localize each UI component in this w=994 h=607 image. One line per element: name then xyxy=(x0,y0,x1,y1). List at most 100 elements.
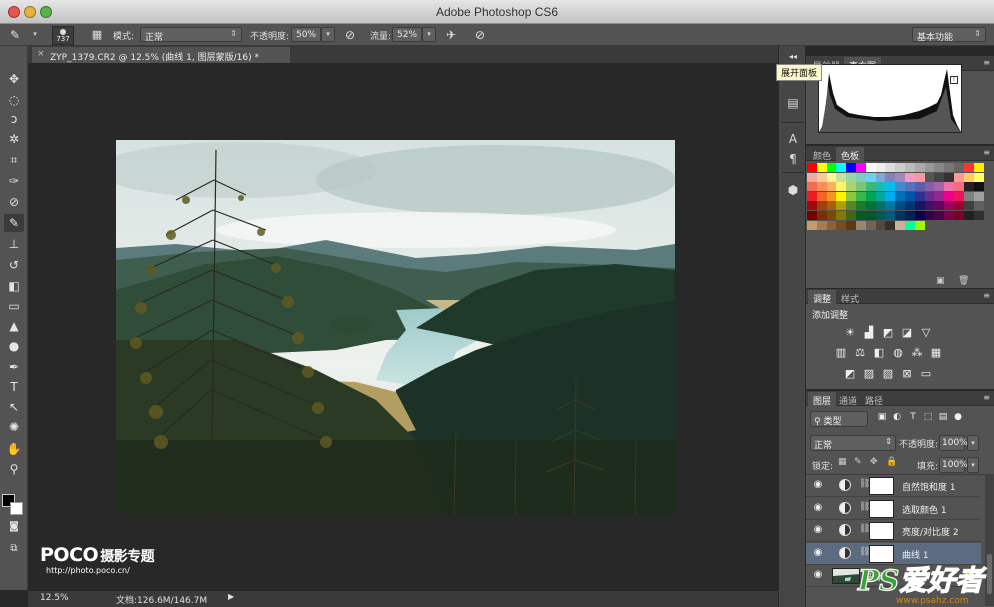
crop-tool-icon[interactable]: ⌗ xyxy=(4,151,24,169)
zoom-tool-icon[interactable]: ⚲ xyxy=(4,460,24,478)
tab-styles[interactable]: 样式 xyxy=(836,290,864,305)
lasso-tool-icon[interactable]: ↄ xyxy=(4,110,24,128)
document-tab[interactable]: × ZYP_1379.CR2 @ 12.5% (曲线 1, 图层蒙版/16) * xyxy=(32,47,290,63)
color-swatch[interactable] xyxy=(816,211,827,220)
marquee-tool-icon[interactable]: ◌ xyxy=(4,91,24,109)
pen-tool-icon[interactable]: ✒ xyxy=(4,358,24,376)
color-swatch[interactable] xyxy=(826,201,837,211)
canvas-area[interactable] xyxy=(28,63,778,590)
color-swatch[interactable] xyxy=(914,191,925,201)
panel-menu-icon[interactable]: ≡ xyxy=(983,58,990,67)
filter-adjustment-icon[interactable]: ◐ xyxy=(891,412,903,424)
path-selection-tool-icon[interactable]: ↖ xyxy=(4,398,24,416)
color-swatch[interactable] xyxy=(973,172,984,182)
color-swatch[interactable] xyxy=(875,220,886,230)
close-tab-icon[interactable]: × xyxy=(37,49,45,59)
color-swatch[interactable] xyxy=(905,191,915,201)
brightness-contrast-icon[interactable]: ☀ xyxy=(843,327,857,339)
paragraph-panel-icon[interactable]: ¶ xyxy=(783,150,803,168)
visibility-eye-icon[interactable]: ◉ xyxy=(811,524,825,535)
dodge-tool-icon[interactable]: ● xyxy=(4,337,24,355)
tab-paths[interactable]: 路径 xyxy=(860,392,888,407)
hand-tool-icon[interactable]: ✋ xyxy=(4,440,24,458)
panel-menu-icon[interactable]: ≡ xyxy=(983,393,990,402)
eraser-tool-icon[interactable]: ◧ xyxy=(4,277,24,295)
color-swatch[interactable] xyxy=(826,172,837,182)
visibility-eye-icon[interactable]: ◉ xyxy=(811,502,825,513)
lock-position-icon[interactable]: ✥ xyxy=(870,457,878,467)
visibility-eye-icon[interactable]: ◉ xyxy=(811,479,825,490)
color-swatch[interactable] xyxy=(895,201,906,211)
visibility-eye-icon[interactable]: ◉ xyxy=(811,569,825,580)
healing-brush-tool-icon[interactable]: ⊘ xyxy=(4,193,24,211)
color-swatch[interactable] xyxy=(914,182,925,192)
color-swatch[interactable] xyxy=(963,201,974,211)
color-swatch[interactable] xyxy=(846,211,857,220)
color-swatch[interactable] xyxy=(836,182,847,192)
visibility-eye-icon[interactable]: ◉ xyxy=(811,547,825,558)
color-swatch[interactable] xyxy=(807,211,817,220)
color-swatch[interactable] xyxy=(836,172,847,182)
color-swatch[interactable] xyxy=(836,211,847,220)
selective-color-icon[interactable]: ⊠ xyxy=(900,368,914,380)
color-swatch[interactable] xyxy=(856,163,866,172)
color-swatch[interactable] xyxy=(816,182,827,192)
color-swatch[interactable] xyxy=(885,172,896,182)
exposure-icon[interactable]: ◪ xyxy=(900,327,914,339)
move-tool-icon[interactable]: ✥ xyxy=(4,70,24,88)
color-swatch[interactable] xyxy=(914,172,925,182)
color-swatch[interactable] xyxy=(954,201,964,211)
threshold-icon[interactable]: ▨ xyxy=(881,368,895,380)
color-swatch[interactable] xyxy=(846,191,857,201)
color-swatch[interactable] xyxy=(836,201,847,211)
color-swatch[interactable] xyxy=(875,191,886,201)
color-swatch[interactable] xyxy=(846,182,857,192)
color-swatch[interactable] xyxy=(944,201,955,211)
brush-tool-icon[interactable]: ✎ xyxy=(4,214,24,232)
color-swatch[interactable] xyxy=(914,220,925,230)
fill-slider-button[interactable]: ▾ xyxy=(967,457,979,473)
color-swatch[interactable] xyxy=(944,182,955,192)
color-swatch[interactable] xyxy=(895,182,906,192)
color-swatch[interactable] xyxy=(905,220,915,230)
filter-smart-object-icon[interactable]: ▤ xyxy=(937,412,949,424)
eyedropper-tool-icon[interactable]: ✑ xyxy=(4,172,24,190)
lock-image-icon[interactable]: ✎ xyxy=(854,457,862,467)
color-swatch[interactable] xyxy=(846,172,857,182)
color-swatch[interactable] xyxy=(846,163,857,172)
background-color-swatch[interactable] xyxy=(10,502,23,515)
flow-slider-button[interactable]: ▾ xyxy=(422,27,436,42)
mode-dropdown[interactable]: 正常 ⇕ xyxy=(140,27,242,43)
color-swatch[interactable] xyxy=(934,172,945,182)
screen-mode-icon[interactable]: ⧉ xyxy=(4,540,24,558)
color-swatch[interactable] xyxy=(865,182,876,192)
layer-opacity-slider-button[interactable]: ▾ xyxy=(967,435,979,451)
color-lookup-icon[interactable]: ▦ xyxy=(929,347,943,359)
color-swatch[interactable] xyxy=(826,191,837,201)
lock-all-icon[interactable]: 🔒 xyxy=(886,457,897,467)
layer-row[interactable]: ◉ ⛓ 选取颜色 1 xyxy=(806,497,981,520)
color-swatch[interactable] xyxy=(924,182,935,192)
character-panel-icon[interactable]: A xyxy=(783,130,803,148)
color-swatch[interactable] xyxy=(905,201,915,211)
color-swatch[interactable] xyxy=(924,211,935,220)
color-swatch[interactable] xyxy=(895,163,906,172)
clipping-warning-icon[interactable]: ! xyxy=(950,76,958,84)
color-swatch[interactable] xyxy=(826,211,837,220)
color-swatch[interactable] xyxy=(905,172,915,182)
posterize-icon[interactable]: ▨ xyxy=(862,368,876,380)
color-swatch[interactable] xyxy=(963,191,974,201)
color-swatch[interactable] xyxy=(807,182,817,192)
color-swatch[interactable] xyxy=(895,220,906,230)
color-swatch[interactable] xyxy=(963,182,974,192)
tool-preset-dropdown-icon[interactable]: ▾ xyxy=(28,28,42,43)
color-swatch[interactable] xyxy=(826,220,837,230)
color-swatch[interactable] xyxy=(807,220,817,230)
filter-shape-icon[interactable]: ⬚ xyxy=(922,412,934,424)
color-swatch[interactable] xyxy=(905,182,915,192)
color-swatch[interactable] xyxy=(954,191,964,201)
gradient-map-icon[interactable]: ▭ xyxy=(919,368,933,380)
panel-menu-icon[interactable]: ≡ xyxy=(983,291,990,300)
color-swatch[interactable] xyxy=(954,182,964,192)
filter-type-icon[interactable]: T xyxy=(907,412,919,424)
